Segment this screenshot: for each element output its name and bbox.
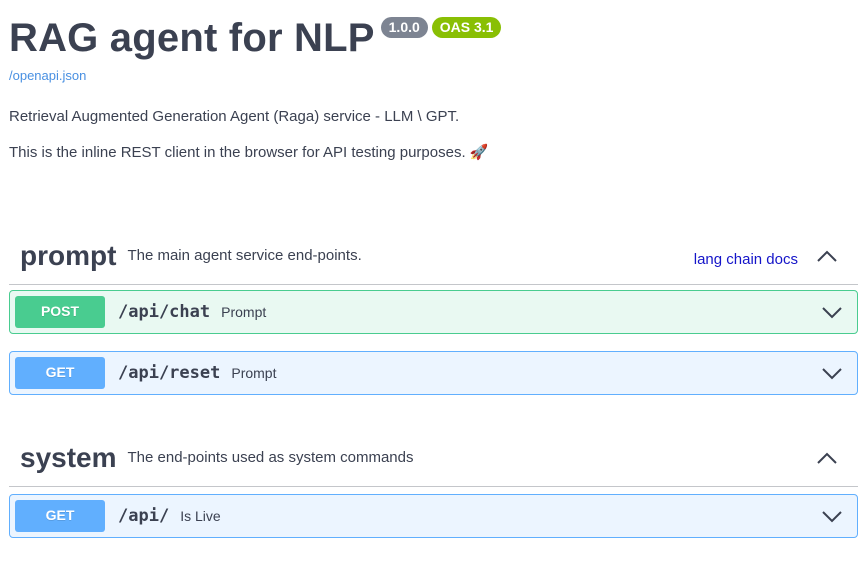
method-badge: GET bbox=[15, 500, 105, 532]
operation-post-api-chat[interactable]: POST /api/chat Prompt bbox=[9, 290, 858, 334]
oas-badge: OAS 3.1 bbox=[431, 17, 502, 38]
chevron-down-icon[interactable] bbox=[821, 509, 843, 523]
tag-description: The main agent service end-points. bbox=[127, 246, 362, 264]
api-info: RAG agent for NLP 1.0.0 OAS 3.1 /openapi… bbox=[9, 14, 859, 180]
operation-get-api-root[interactable]: GET /api/ Is Live bbox=[9, 494, 858, 538]
operation-path: /api/reset bbox=[118, 363, 221, 383]
description-line-1: Retrieval Augmented Generation Agent (Ra… bbox=[9, 108, 460, 125]
method-badge: GET bbox=[15, 357, 105, 389]
operation-path: /api/ bbox=[118, 506, 170, 526]
tag-name: prompt bbox=[20, 239, 117, 271]
operation-summary: Is Live bbox=[180, 508, 221, 524]
title-row: RAG agent for NLP 1.0.0 OAS 3.1 bbox=[9, 14, 859, 62]
description-line-2: This is the inline REST client in the br… bbox=[9, 144, 489, 161]
tag-section-prompt: prompt The main agent service end-points… bbox=[9, 227, 858, 395]
tag-section-system: system The end-points used as system com… bbox=[9, 429, 858, 538]
lang-chain-docs-link[interactable]: lang chain docs bbox=[694, 251, 798, 268]
tag-header-system[interactable]: system The end-points used as system com… bbox=[9, 429, 858, 487]
chevron-down-icon[interactable] bbox=[821, 305, 843, 319]
operation-path: /api/chat bbox=[118, 302, 211, 322]
version-badge: 1.0.0 bbox=[380, 17, 428, 38]
operation-summary: Prompt bbox=[231, 365, 277, 381]
chevron-up-icon[interactable] bbox=[816, 451, 838, 465]
chevron-down-icon[interactable] bbox=[821, 366, 843, 380]
operation-summary: Prompt bbox=[221, 304, 267, 320]
chevron-up-icon[interactable] bbox=[816, 249, 838, 263]
tag-header-prompt[interactable]: prompt The main agent service end-points… bbox=[9, 227, 858, 285]
page-title: RAG agent for NLP bbox=[9, 16, 375, 60]
openapi-spec-link[interactable]: /openapi.json bbox=[9, 68, 859, 84]
tag-description: The end-points used as system commands bbox=[127, 448, 414, 466]
method-badge: POST bbox=[15, 296, 105, 328]
api-description: Retrieval Augmented Generation Agent (Ra… bbox=[9, 108, 859, 162]
operation-get-api-reset[interactable]: GET /api/reset Prompt bbox=[9, 351, 858, 395]
tag-name: system bbox=[20, 441, 117, 473]
